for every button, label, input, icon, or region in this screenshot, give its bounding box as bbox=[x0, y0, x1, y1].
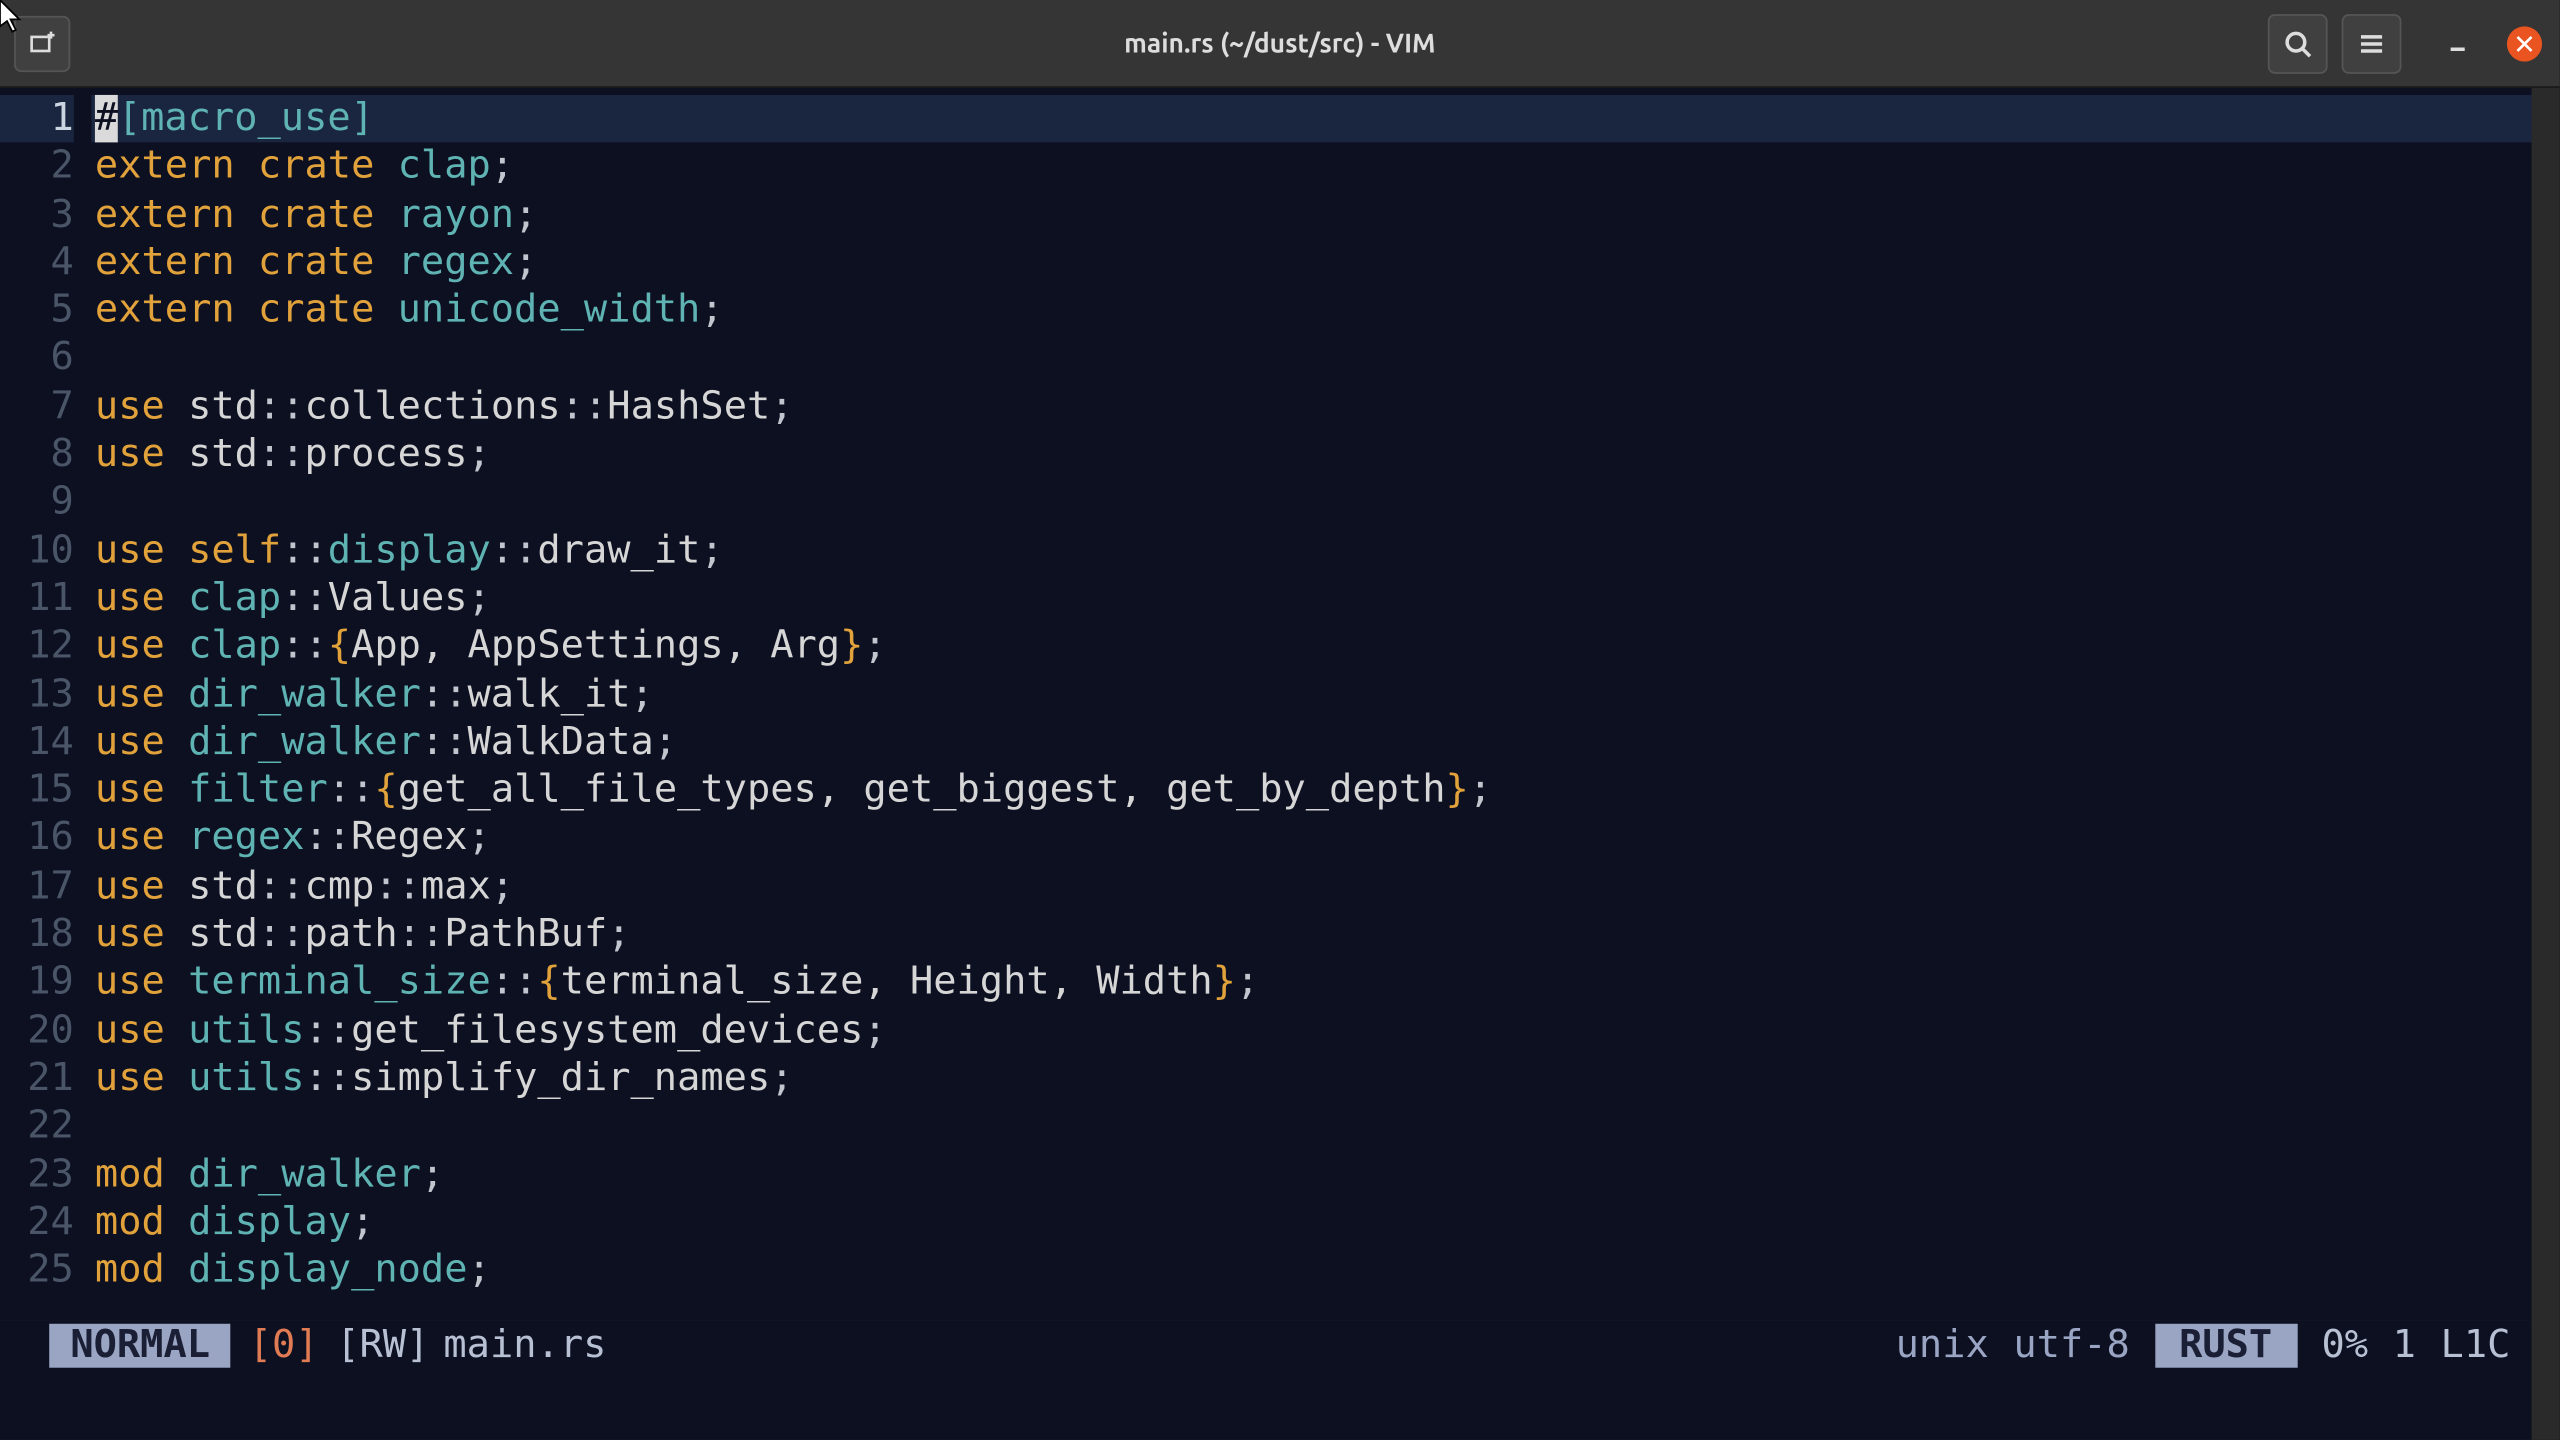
line-number: 17 bbox=[0, 863, 74, 911]
terminal-window: main.rs (~/dust/src) - VIM bbox=[0, 0, 2560, 1440]
code-line[interactable]: extern crate regex; bbox=[91, 239, 2559, 287]
status-fileformat: unix bbox=[1896, 1323, 1989, 1367]
line-number: 6 bbox=[0, 335, 74, 383]
code-line[interactable] bbox=[91, 1103, 2559, 1151]
code-content[interactable]: #[macro_use]extern crate clap;extern cra… bbox=[91, 88, 2559, 1320]
line-number: 11 bbox=[0, 575, 74, 623]
line-number: 19 bbox=[0, 959, 74, 1007]
scrollbar[interactable] bbox=[2532, 88, 2560, 1440]
vim-mode: NORMAL bbox=[49, 1323, 231, 1367]
code-line[interactable]: use dir_walker::walk_it; bbox=[91, 671, 2559, 719]
code-line[interactable]: use std::process; bbox=[91, 431, 2559, 479]
hamburger-icon bbox=[2357, 29, 2385, 57]
mouse-cursor bbox=[0, 0, 28, 35]
line-number: 16 bbox=[0, 815, 74, 863]
code-line[interactable]: use clap::Values; bbox=[91, 575, 2559, 623]
line-number: 7 bbox=[0, 383, 74, 431]
minimize-icon bbox=[2447, 33, 2468, 54]
code-line[interactable] bbox=[91, 335, 2559, 383]
status-percent: 0% bbox=[2321, 1323, 2368, 1367]
code-line[interactable]: use self::display::draw_it; bbox=[91, 527, 2559, 575]
code-line[interactable]: use dir_walker::WalkData; bbox=[91, 719, 2559, 767]
code-line[interactable]: mod display_node; bbox=[91, 1247, 2559, 1295]
code-line[interactable]: use terminal_size::{terminal_size, Heigh… bbox=[91, 959, 2559, 1007]
new-tab-icon bbox=[28, 29, 56, 57]
code-line[interactable]: mod dir_walker; bbox=[91, 1151, 2559, 1199]
close-icon bbox=[2516, 34, 2534, 52]
line-number: 20 bbox=[0, 1007, 74, 1055]
code-line[interactable]: extern crate rayon; bbox=[91, 191, 2559, 239]
status-readwrite: [RW] bbox=[336, 1323, 443, 1367]
status-filetype: RUST bbox=[2154, 1323, 2296, 1367]
line-number: 15 bbox=[0, 767, 74, 815]
code-line[interactable]: #[macro_use] bbox=[91, 95, 2559, 143]
status-modified-flag: [0] bbox=[231, 1323, 336, 1367]
line-number: 24 bbox=[0, 1199, 74, 1247]
code-line[interactable]: extern crate clap; bbox=[91, 143, 2559, 191]
code-line[interactable] bbox=[91, 479, 2559, 527]
line-number: 23 bbox=[0, 1151, 74, 1199]
minimize-button[interactable] bbox=[2440, 25, 2475, 60]
cursor: # bbox=[95, 95, 118, 143]
titlebar: main.rs (~/dust/src) - VIM bbox=[0, 0, 2560, 88]
window-title: main.rs (~/dust/src) - VIM bbox=[1124, 28, 1435, 58]
status-line: 1 bbox=[2393, 1323, 2416, 1367]
line-number: 21 bbox=[0, 1055, 74, 1103]
code-line[interactable]: use std::cmp::max; bbox=[91, 863, 2559, 911]
line-number: 25 bbox=[0, 1247, 74, 1295]
code-line[interactable]: use utils::simplify_dir_names; bbox=[91, 1055, 2559, 1103]
close-button[interactable] bbox=[2507, 25, 2542, 60]
line-number-gutter: 1234567891011121314151617181920212223242… bbox=[0, 88, 91, 1320]
menu-button[interactable] bbox=[2342, 13, 2402, 73]
command-area[interactable] bbox=[0, 1369, 2560, 1439]
line-number: 8 bbox=[0, 431, 74, 479]
editor-area[interactable]: 1234567891011121314151617181920212223242… bbox=[0, 88, 2560, 1320]
code-line[interactable]: use std::path::PathBuf; bbox=[91, 911, 2559, 959]
search-icon bbox=[2284, 29, 2312, 57]
code-line[interactable]: use regex::Regex; bbox=[91, 815, 2559, 863]
code-line[interactable]: use std::collections::HashSet; bbox=[91, 383, 2559, 431]
line-number: 5 bbox=[0, 287, 74, 335]
line-number: 2 bbox=[0, 143, 74, 191]
line-number: 10 bbox=[0, 527, 74, 575]
code-line[interactable]: mod display; bbox=[91, 1199, 2559, 1247]
status-encoding: utf-8 bbox=[2013, 1323, 2129, 1367]
line-number: 18 bbox=[0, 911, 74, 959]
line-number: 9 bbox=[0, 479, 74, 527]
line-number: 14 bbox=[0, 719, 74, 767]
line-number: 22 bbox=[0, 1103, 74, 1151]
search-button[interactable] bbox=[2268, 13, 2328, 73]
code-line[interactable]: extern crate unicode_width; bbox=[91, 287, 2559, 335]
status-filename: main.rs bbox=[443, 1323, 606, 1367]
line-number: 13 bbox=[0, 671, 74, 719]
code-line[interactable]: use utils::get_filesystem_devices; bbox=[91, 1007, 2559, 1055]
line-number: 12 bbox=[0, 623, 74, 671]
code-line[interactable]: use filter::{get_all_file_types, get_big… bbox=[91, 767, 2559, 815]
line-number: 1 bbox=[0, 95, 74, 143]
code-line[interactable]: use clap::{App, AppSettings, Arg}; bbox=[91, 623, 2559, 671]
status-column: L1C bbox=[2441, 1323, 2511, 1367]
line-number: 4 bbox=[0, 239, 74, 287]
line-number: 3 bbox=[0, 191, 74, 239]
vim-statusbar: NORMAL [0] [RW] main.rs unix utf-8 RUST … bbox=[0, 1320, 2560, 1369]
